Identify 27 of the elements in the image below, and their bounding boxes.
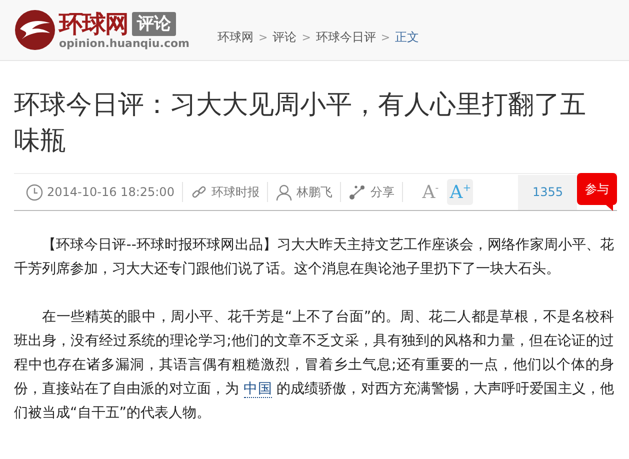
breadcrumb-link[interactable]: 评论	[272, 29, 297, 46]
join-button[interactable]: 参与	[577, 173, 617, 205]
breadcrumb-link[interactable]: 正文	[395, 29, 420, 46]
paragraph: 【环球今日评--环球时报环球网出品】习大大昨天主持文艺工作座谈会，网络作家周小平、花千芳列席参加，习大大还专门跟他们说了话。这个消息在舆论池子里扔下了一块大石头。	[14, 236, 614, 279]
domain-text: opinion.huanqiu.com	[59, 36, 190, 50]
article-title: 环球今日评：习大大见周小平，有人心里打翻了五味瓶	[14, 89, 587, 158]
breadcrumb-separator: >	[380, 31, 390, 44]
time-text: 2014-10-16 18:25:00	[47, 185, 174, 199]
comment-count[interactable]: 1355	[518, 174, 577, 210]
user-icon	[276, 184, 292, 200]
breadcrumb-separator: >	[258, 31, 268, 44]
author-text: 林鹏飞	[296, 184, 332, 200]
section-badge: 评论	[132, 12, 176, 36]
logo-text: 环球网	[59, 10, 128, 36]
breadcrumb-link[interactable]: 环球网	[217, 29, 254, 46]
bubble-tail-icon	[606, 205, 613, 211]
breadcrumb-link[interactable]: 环球今日评	[316, 29, 376, 46]
globe-logo-icon	[14, 9, 56, 51]
source-text: 环球时报	[211, 184, 260, 200]
breadcrumb-separator: >	[302, 31, 311, 44]
inline-link[interactable]: 中国	[244, 381, 272, 398]
share-icon	[349, 184, 366, 200]
link-icon	[191, 184, 208, 200]
clock-icon	[26, 184, 43, 200]
paragraph: 在一些精英的眼中，周小平、花千芳是“上不了台面”的。周、花二人都是草根，不是名校科班出身，没有经过系统的理论学习;他们的文章不乏文采，具有独到的风格和力量，但在论证的过程中也存在诸多漏洞，其语言偶有粗糙激烈，冒着乡土气息;还有重要的一点，他们以个体的身份，直接站在了自由派的对立面，为 中国 的成绩骄傲，对西方充满警惕，大声呼吁爱国主义，他们被当成“自干五”的代表人物。	[14, 308, 614, 423]
font-size-button[interactable]: A$^{-}$	[417, 179, 444, 205]
share-button[interactable]: 分享	[370, 184, 394, 200]
